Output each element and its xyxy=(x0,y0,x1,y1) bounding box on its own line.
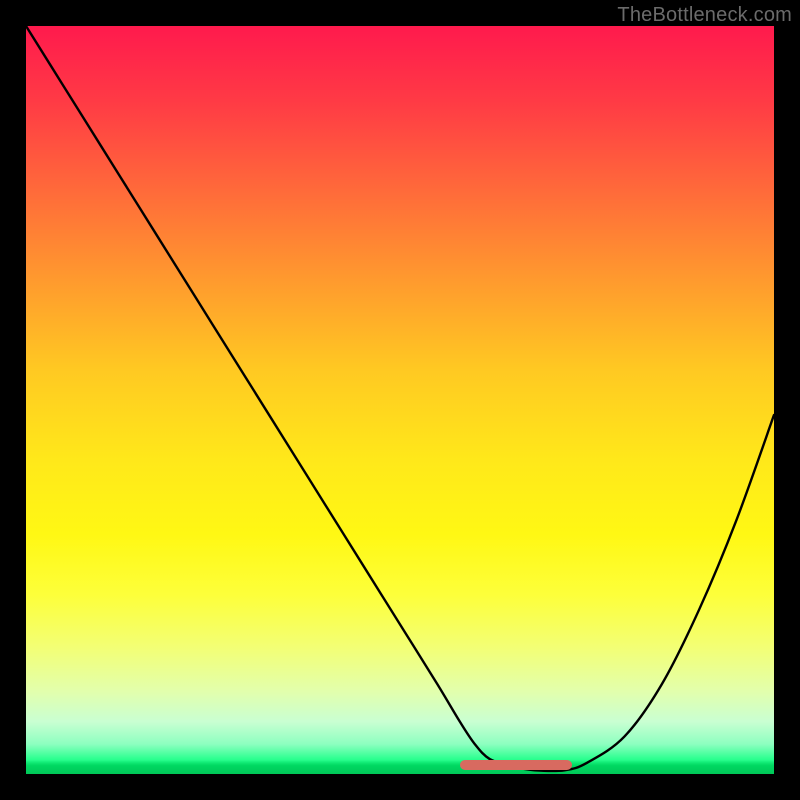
plot-area xyxy=(26,26,774,774)
chart-frame: TheBottleneck.com xyxy=(0,0,800,800)
optimal-range-marker xyxy=(460,760,572,770)
attribution-text: TheBottleneck.com xyxy=(617,4,792,27)
bottleneck-curve xyxy=(26,26,774,774)
